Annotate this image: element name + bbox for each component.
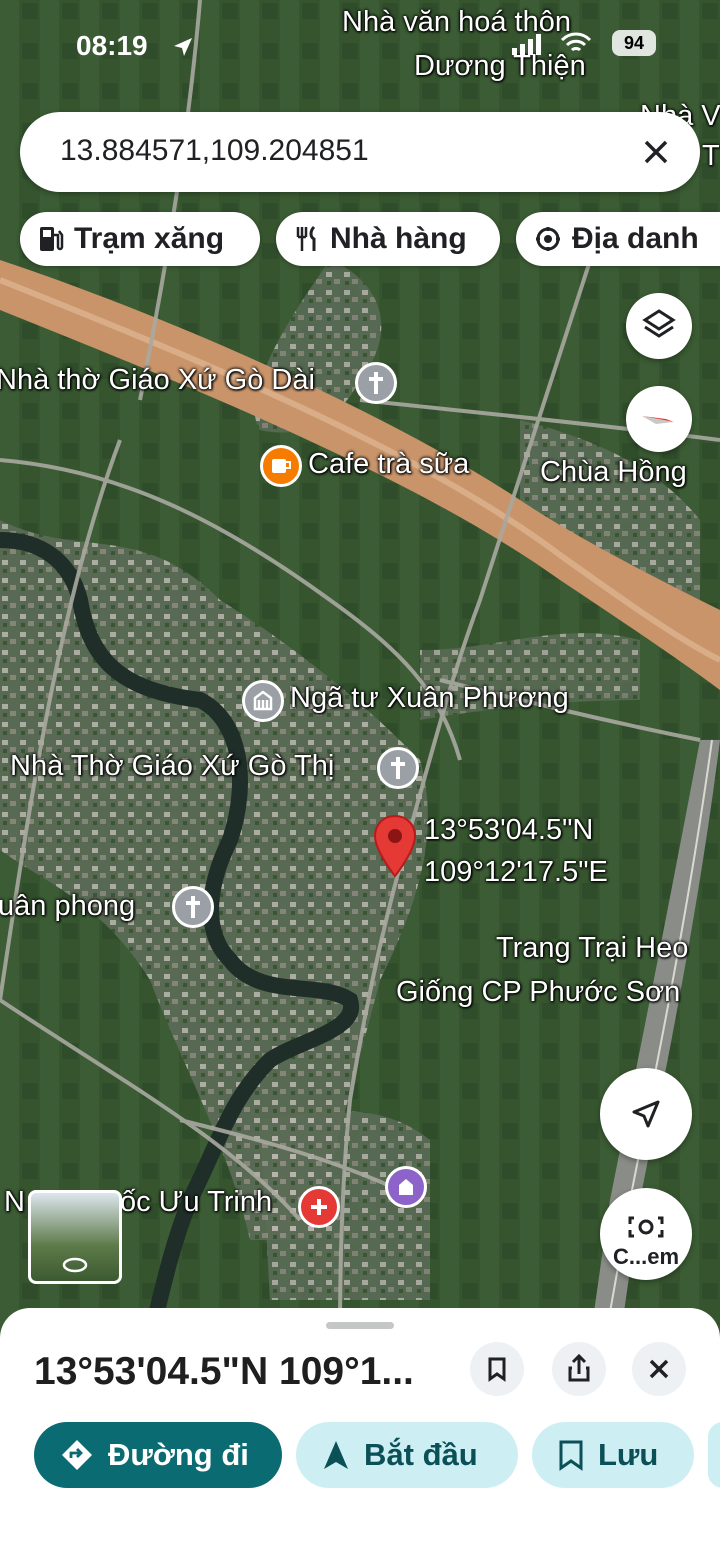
- search-bar[interactable]: 13.884571,109.204851: [20, 112, 700, 192]
- 360-icon: [62, 1257, 88, 1273]
- map-label-nga-tu[interactable]: Ngã tư Xuân Phương: [290, 682, 569, 715]
- chip-gas-station[interactable]: Trạm xăng: [20, 212, 260, 266]
- map-label-chua-hong[interactable]: Chùa Hồng: [540, 456, 687, 489]
- chip-label: Nhà hàng: [330, 222, 467, 255]
- start-label: Bắt đầu: [364, 1437, 478, 1472]
- map-label-giong-cp[interactable]: Giống CP Phước Sơn: [396, 976, 680, 1009]
- attraction-icon[interactable]: [385, 1166, 427, 1208]
- bookmark-icon: [559, 1440, 583, 1471]
- map-label-xuan-phong[interactable]: uân phong: [0, 890, 135, 923]
- pin-longitude-label: 109°12'17.5"E: [424, 856, 608, 888]
- camera-search-button[interactable]: C...em: [600, 1188, 692, 1280]
- compass-button[interactable]: [626, 386, 692, 452]
- close-sheet-button[interactable]: [632, 1342, 686, 1396]
- directions-button[interactable]: Đường đi: [34, 1422, 282, 1488]
- navigation-arrow-icon: [632, 1100, 660, 1128]
- battery-icon: 94: [612, 30, 656, 56]
- save-icon-button[interactable]: [470, 1342, 524, 1396]
- chip-label: Địa danh: [572, 222, 699, 255]
- status-bar: 08:19 94: [0, 0, 720, 100]
- church-icon[interactable]: [377, 747, 419, 789]
- place-title: 13°53'04.5"N 109°1...: [34, 1350, 414, 1393]
- chip-label: Trạm xăng: [74, 222, 225, 255]
- cafe-icon[interactable]: [260, 445, 302, 487]
- directions-icon: [62, 1440, 92, 1470]
- church-icon[interactable]: [172, 886, 214, 928]
- save-button[interactable]: Lưu: [532, 1422, 694, 1488]
- signal-icon: [512, 34, 541, 55]
- share-icon: [568, 1353, 590, 1382]
- more-actions-chip[interactable]: [708, 1422, 720, 1488]
- bookmark-icon: [488, 1357, 506, 1382]
- restaurant-icon: [296, 225, 316, 251]
- map-label-uu-trinh[interactable]: ốc Ưu Trinh: [120, 1186, 272, 1219]
- landmark-icon: [536, 227, 560, 251]
- status-time: 08:19: [76, 30, 148, 61]
- map-label-cafe[interactable]: Cafe trà sữa: [308, 448, 469, 481]
- directions-label: Đường đi: [108, 1437, 249, 1472]
- battery-level: 94: [623, 33, 645, 53]
- map-label-nha-tho-go-dai[interactable]: Nhà thờ Giáo Xứ Gò Dài: [0, 364, 315, 397]
- chip-restaurant[interactable]: Nhà hàng: [276, 212, 500, 266]
- start-button[interactable]: Bắt đầu: [296, 1422, 518, 1488]
- search-input[interactable]: 13.884571,109.204851: [60, 134, 369, 168]
- gas-station-icon: [40, 227, 64, 251]
- place-bottom-sheet[interactable]: 13°53'04.5"N 109°1... Đường đi Bắt đầu L…: [0, 1308, 720, 1560]
- layers-button[interactable]: [626, 293, 692, 359]
- my-location-button[interactable]: [600, 1068, 692, 1160]
- medical-icon[interactable]: [298, 1186, 340, 1228]
- layers-icon: [642, 309, 676, 338]
- dropped-pin-icon[interactable]: [372, 814, 418, 880]
- navigation-icon: [324, 1441, 348, 1469]
- chip-landmark[interactable]: Địa danh: [516, 212, 720, 266]
- location-arrow-icon: [174, 38, 192, 56]
- close-icon: [649, 1359, 669, 1379]
- street-view-thumbnail[interactable]: [28, 1190, 122, 1284]
- monument-icon[interactable]: [242, 680, 284, 722]
- map-label-uu-trinh-prefix: N: [4, 1186, 25, 1218]
- church-icon[interactable]: [355, 362, 397, 404]
- save-label: Lưu: [598, 1437, 659, 1472]
- close-icon[interactable]: [638, 134, 674, 170]
- map-label-nha-tho-go-thi[interactable]: Nhà Thờ Giáo Xứ Gò Thị: [10, 750, 334, 783]
- camera-button-label: C...em: [612, 1244, 680, 1269]
- share-button[interactable]: [552, 1342, 606, 1396]
- compass-icon: [642, 416, 674, 424]
- wifi-icon: [560, 32, 592, 52]
- map-label-trang-trai[interactable]: Trang Trại Heo: [496, 932, 688, 965]
- pin-latitude-label: 13°53'04.5"N: [424, 814, 594, 846]
- sheet-drag-handle[interactable]: [326, 1322, 394, 1329]
